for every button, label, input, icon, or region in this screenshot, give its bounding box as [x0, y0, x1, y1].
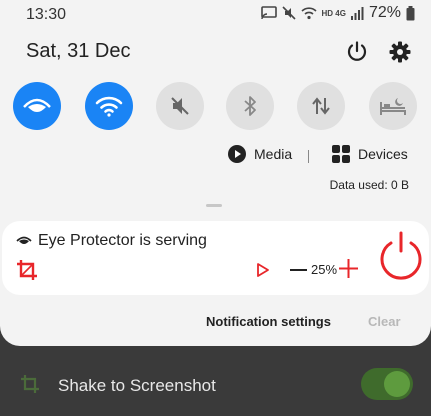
qs-sleep[interactable]	[369, 82, 417, 130]
crop-icon[interactable]	[16, 259, 38, 281]
quick-settings	[13, 82, 423, 132]
gear-icon[interactable]	[388, 40, 412, 64]
bluetooth-icon	[244, 96, 256, 116]
drag-handle[interactable]	[206, 204, 222, 207]
divider	[308, 150, 309, 163]
stop-service-power-icon[interactable]	[377, 231, 425, 283]
devices-grid-icon	[332, 145, 350, 163]
background-app-row: Shake to Screenshot	[0, 356, 431, 416]
notification-panel: 13:30 HD 4G 72% Sat, 31 Dec Media Device…	[0, 0, 431, 346]
wifi-icon	[95, 96, 123, 117]
battery-percent: 72%	[368, 4, 401, 21]
battery-icon	[406, 5, 415, 20]
mute-status-icon	[281, 6, 296, 20]
status-icons: HD 4G 72%	[260, 4, 415, 22]
notification-settings-button[interactable]: Notification settings	[206, 314, 331, 329]
power-icon[interactable]	[345, 40, 369, 64]
date-label: Sat, 31 Dec	[26, 40, 131, 62]
notification-title: Eye Protector is serving	[38, 232, 207, 249]
clock: 13:30	[26, 6, 67, 23]
status-bar: 13:30 HD 4G 72%	[0, 0, 431, 30]
screen-mirror-icon	[260, 6, 277, 20]
qs-wifi[interactable]	[85, 82, 133, 130]
signal-icon	[350, 6, 364, 20]
eye-icon	[23, 98, 51, 112]
decrease-button[interactable]	[290, 269, 307, 271]
data-arrows-icon	[312, 97, 330, 115]
shake-to-screenshot-label: Shake to Screenshot	[58, 376, 216, 395]
qs-eye-protector[interactable]	[13, 82, 61, 130]
devices-label: Devices	[358, 146, 408, 162]
eye-protector-notification[interactable]: Eye Protector is serving 25%	[2, 221, 429, 295]
media-label: Media	[254, 146, 293, 162]
network-label: HD 4G	[321, 8, 346, 18]
mute-icon	[171, 97, 189, 115]
play-circle-icon	[228, 145, 246, 163]
notification-header: Eye Protector is serving	[16, 232, 207, 250]
qs-sound[interactable]	[156, 82, 204, 130]
media-button[interactable]: Media	[228, 145, 292, 163]
play-icon[interactable]	[256, 262, 270, 278]
wifi-status-icon	[300, 7, 317, 20]
qs-bluetooth[interactable]	[226, 82, 274, 130]
toggle-knob	[384, 371, 410, 397]
increase-button[interactable]	[339, 259, 358, 278]
eye-small-icon	[16, 236, 32, 244]
crop-app-icon	[21, 375, 39, 393]
bed-icon	[380, 98, 406, 115]
data-used-label: Data used: 0 B	[329, 178, 409, 192]
shake-toggle[interactable]	[361, 368, 413, 400]
clear-button[interactable]: Clear	[368, 314, 401, 329]
brightness-percent: 25%	[311, 262, 338, 277]
qs-mobile-data[interactable]	[297, 82, 345, 130]
devices-button[interactable]: Devices	[332, 145, 408, 163]
media-row: Media Devices	[0, 145, 431, 169]
